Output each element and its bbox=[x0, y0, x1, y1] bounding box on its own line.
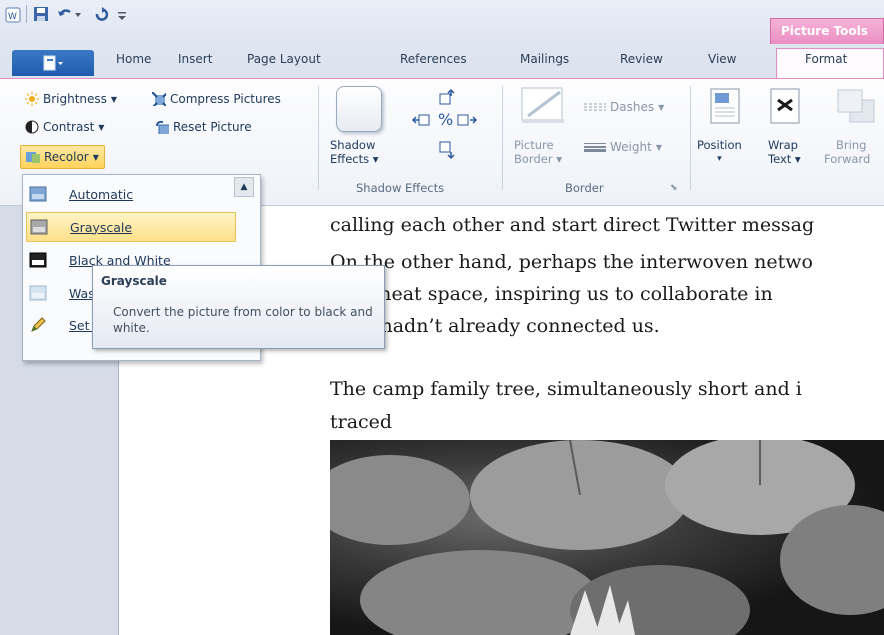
contrast-label: Contrast bbox=[43, 120, 95, 134]
shadow-effects-group-label: Shadow Effects bbox=[356, 181, 445, 195]
separator bbox=[26, 5, 27, 23]
document-line-6: traced bbox=[330, 411, 393, 433]
group-separator bbox=[690, 86, 691, 190]
tab-insert[interactable]: Insert bbox=[178, 52, 212, 66]
svg-text:W: W bbox=[8, 12, 17, 22]
chevron-down-icon: ▼ bbox=[655, 142, 662, 152]
wrap-text-label-2: Text ▾ bbox=[768, 152, 801, 166]
nudge-shadow-up-icon[interactable] bbox=[437, 88, 457, 109]
weight-icon bbox=[584, 143, 606, 152]
group-separator bbox=[502, 86, 503, 190]
menu-item-grayscale-label: Grayscale bbox=[70, 219, 133, 235]
brightness-label: Brightness bbox=[43, 92, 107, 106]
weight-label: Weight bbox=[610, 140, 652, 154]
picture-border-label-1: Picture bbox=[514, 138, 554, 152]
black-white-icon bbox=[29, 252, 47, 268]
tooltip-title: Grayscale bbox=[101, 274, 167, 288]
nudge-shadow-down-icon[interactable] bbox=[437, 140, 457, 163]
brightness-button[interactable]: Brightness ▼ bbox=[25, 92, 117, 106]
lily-pads-image bbox=[330, 440, 884, 635]
chevron-down-icon: ▾ bbox=[717, 154, 722, 164]
document-line-5: The camp family tree, simultaneously sho… bbox=[330, 378, 802, 400]
menu-item-grayscale[interactable]: Grayscale bbox=[26, 212, 236, 242]
recolor-label: Recolor bbox=[44, 150, 89, 164]
shadow-effects-icon[interactable] bbox=[336, 86, 382, 132]
document-line-2: On the other hand, perhaps the interwove… bbox=[330, 251, 813, 273]
chevron-down-icon: ▼ bbox=[98, 122, 105, 132]
menu-scroll-up-button[interactable]: ▲ bbox=[234, 177, 254, 197]
undo-icon[interactable] bbox=[55, 5, 83, 23]
bring-forward-button[interactable]: Bring Forward bbox=[824, 138, 870, 166]
chevron-down-icon: ▼ bbox=[92, 152, 99, 162]
shadow-on-off-icon[interactable]: % bbox=[438, 110, 453, 129]
tab-page-layout[interactable]: Page Layout bbox=[247, 52, 321, 66]
reset-picture-button[interactable]: Reset Picture bbox=[155, 120, 252, 134]
position-icon[interactable] bbox=[710, 88, 742, 129]
position-button[interactable]: Position ▾ bbox=[697, 138, 742, 166]
tab-review[interactable]: Review bbox=[620, 52, 663, 66]
washout-icon bbox=[29, 285, 47, 301]
automatic-icon bbox=[29, 186, 47, 202]
wrap-text-label-1: Wrap bbox=[768, 138, 798, 152]
nudge-shadow-right-icon[interactable] bbox=[456, 112, 478, 131]
compress-pictures-button[interactable]: Compress Pictures bbox=[152, 92, 281, 106]
picture-border-button[interactable]: Picture Border ▾ bbox=[514, 138, 562, 166]
title-bar bbox=[0, 0, 884, 44]
dialog-launcher-icon[interactable]: ⬊ bbox=[670, 183, 678, 193]
nudge-shadow-left-icon[interactable] bbox=[411, 112, 434, 131]
tab-mailings[interactable]: Mailings bbox=[520, 52, 569, 66]
document-line-3: into meat space, inspiring us to collabo… bbox=[330, 283, 773, 305]
grayscale-tooltip: Grayscale Convert the picture from color… bbox=[92, 265, 385, 349]
shadow-effects-label-1: Shadow bbox=[330, 138, 376, 152]
pencil-icon bbox=[31, 317, 46, 332]
grayscale-icon bbox=[30, 219, 48, 235]
document-line-1: calling each other and start direct Twit… bbox=[330, 214, 815, 236]
bring-forward-label-2: Forward bbox=[824, 152, 871, 166]
recolor-button[interactable]: Recolor ▼ bbox=[20, 145, 105, 169]
tab-view[interactable]: View bbox=[708, 52, 736, 66]
menu-item-automatic[interactable]: Automatic bbox=[23, 179, 260, 209]
compress-icon bbox=[152, 92, 166, 106]
shadow-effects-label-2: Effects ▾ bbox=[330, 152, 379, 166]
shadow-effects-button[interactable]: Shadow Effects ▾ bbox=[330, 138, 379, 166]
picture-border-icon[interactable] bbox=[520, 86, 568, 127]
dashes-icon bbox=[584, 103, 606, 111]
wrap-text-icon[interactable] bbox=[770, 88, 802, 129]
word-app-icon[interactable]: W bbox=[4, 6, 22, 24]
chevron-down-icon: ▼ bbox=[110, 94, 118, 104]
group-separator bbox=[318, 86, 319, 190]
dashes-label: Dashes bbox=[610, 100, 655, 114]
picture-border-label-2: Border ▾ bbox=[514, 152, 562, 166]
save-icon[interactable] bbox=[32, 5, 50, 23]
wrap-text-button[interactable]: Wrap Text ▾ bbox=[768, 138, 801, 166]
bring-forward-label-1: Bring bbox=[836, 138, 867, 152]
file-menu-icon bbox=[43, 55, 63, 71]
chevron-down-icon: ▼ bbox=[658, 102, 665, 112]
weight-button[interactable]: Weight ▼ bbox=[584, 140, 662, 154]
contrast-button[interactable]: Contrast ▼ bbox=[25, 120, 104, 134]
bring-forward-icon[interactable] bbox=[836, 88, 876, 129]
redo-icon[interactable] bbox=[92, 5, 110, 23]
dashes-button[interactable]: Dashes ▼ bbox=[584, 100, 664, 114]
recolor-icon bbox=[26, 152, 40, 163]
file-tab[interactable] bbox=[12, 50, 94, 76]
customize-toolbar-icon[interactable] bbox=[116, 6, 128, 24]
reset-picture-label: Reset Picture bbox=[173, 120, 252, 134]
tab-references[interactable]: References bbox=[400, 52, 467, 66]
reset-picture-icon bbox=[156, 120, 169, 134]
tab-format[interactable]: Format bbox=[805, 52, 847, 66]
position-label: Position bbox=[697, 138, 742, 152]
contrast-icon bbox=[25, 120, 39, 134]
grayscale-lily-pad-picture[interactable] bbox=[330, 440, 884, 635]
tab-home[interactable]: Home bbox=[116, 52, 151, 66]
border-group-label: Border bbox=[565, 181, 604, 195]
sun-icon bbox=[25, 92, 39, 106]
menu-item-automatic-label: Automatic bbox=[69, 186, 134, 202]
tooltip-body: Convert the picture from color to black … bbox=[113, 305, 373, 335]
compress-label: Compress Pictures bbox=[170, 92, 281, 106]
